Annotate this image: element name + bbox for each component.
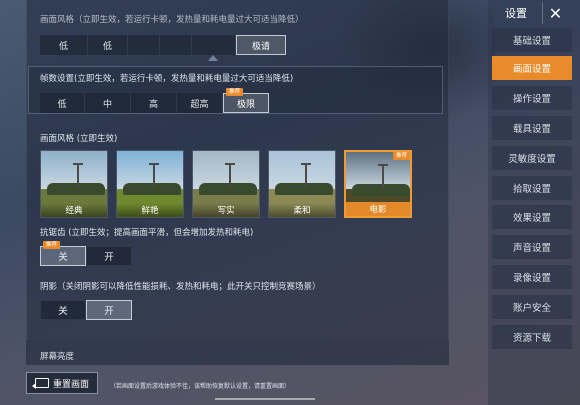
anti-alias-title: 抗锯齿 (立即生效；提高画面平滑，但会增加发热和耗电) <box>40 228 254 238</box>
thumb-tower-icon <box>378 164 388 188</box>
sidebar-item-controls[interactable]: 操作设置 <box>492 86 572 110</box>
style-option[interactable]: 柔和 <box>268 150 336 218</box>
anti-alias-on-button[interactable]: 开 <box>86 246 132 266</box>
recommend-badge: 推荐 <box>226 88 244 96</box>
anti-alias-off-button[interactable]: 推荐 关 <box>40 241 86 266</box>
sidebar-header: 设置 ✕ <box>492 2 576 24</box>
anti-alias-off-label: 关 <box>58 252 68 263</box>
style-option-selected[interactable]: 推荐 电影 <box>344 150 412 218</box>
top-section-title: 画面风格（立即生效，若运行卡顿，发热量和耗电量过大可适当降低） <box>40 15 304 25</box>
sidebar-item-vehicle[interactable]: 载具设置 <box>492 116 572 140</box>
frame-rate-option[interactable]: 高 <box>131 93 177 113</box>
sidebar-item-account[interactable]: 账户安全 <box>492 295 572 319</box>
brightness-row <box>26 340 449 365</box>
shadow-title: 阴影（关闭阴影可以降低性能损耗、发热和耗电；此开关只控制竞赛场景） <box>40 282 321 292</box>
shadow-off-button[interactable]: 关 <box>40 300 86 320</box>
style-options: 经典 鲜艳 写实 柔和 推荐 电影 <box>40 150 412 218</box>
frame-rate-title: 帧数设置(立即生效，若运行卡顿，发热量和耗电量过大可适当降低) <box>40 74 294 84</box>
shadow-toggle: 关 开 <box>40 300 132 320</box>
style-option-label: 电影 <box>346 202 410 216</box>
sidebar-item-sensitivity[interactable]: 灵敏度设置 <box>492 146 572 170</box>
thumb-trees <box>352 184 410 196</box>
sidebar-item-effects[interactable]: 效果设置 <box>492 205 572 229</box>
frame-rate-selector: 低 中 高 超高 推荐 极限 <box>40 88 269 113</box>
sidebar-title: 设置 <box>505 7 527 20</box>
shadow-on-button[interactable]: 开 <box>86 300 132 320</box>
reset-button-label: 重置画面 <box>52 379 89 390</box>
graphics-quality-selector: 低 低 极请 <box>40 35 286 55</box>
frame-rate-option[interactable]: 超高 <box>177 93 223 113</box>
thumb-trees <box>47 183 105 195</box>
style-option-label: 鲜艳 <box>117 203 183 217</box>
sidebar-item-sound[interactable]: 声音设置 <box>492 235 572 259</box>
frame-rate-option[interactable]: 中 <box>85 93 131 113</box>
style-option-label: 经典 <box>41 203 107 217</box>
expand-arrow-icon <box>208 55 218 61</box>
quality-option[interactable] <box>128 35 160 55</box>
quality-option[interactable] <box>192 35 236 55</box>
close-icon[interactable]: ✕ <box>542 2 568 24</box>
quality-option-selected[interactable]: 极请 <box>236 35 286 55</box>
sidebar-item-recording[interactable]: 录像设置 <box>492 265 572 289</box>
quality-option[interactable] <box>160 35 192 55</box>
thumb-trees <box>275 183 333 195</box>
thumb-trees <box>199 183 257 195</box>
reset-graphics-button[interactable]: 重置画面 <box>26 372 98 394</box>
thumb-tower-icon <box>301 163 311 187</box>
style-option[interactable]: 经典 <box>40 150 108 218</box>
style-option[interactable]: 写实 <box>192 150 260 218</box>
style-option-label: 写实 <box>193 203 259 217</box>
home-indicator <box>215 398 315 400</box>
sidebar-item-download[interactable]: 资源下载 <box>492 325 572 349</box>
quality-option[interactable]: 低 <box>88 35 128 55</box>
reset-icon <box>31 378 49 389</box>
style-option-label: 柔和 <box>269 203 335 217</box>
anti-alias-toggle: 推荐 关 开 <box>40 241 132 266</box>
frame-rate-option[interactable]: 低 <box>40 93 85 113</box>
quality-option[interactable]: 低 <box>40 35 88 55</box>
brightness-title: 屏幕亮度 <box>40 352 75 362</box>
recommend-badge: 推荐 <box>43 241 61 249</box>
sidebar-item-pickup[interactable]: 拾取设置 <box>492 176 572 200</box>
sidebar-item-graphics[interactable]: 画面设置 <box>492 56 572 80</box>
recommend-badge: 推荐 <box>392 152 410 160</box>
thumb-trees <box>123 183 181 195</box>
thumb-tower-icon <box>73 163 83 187</box>
thumb-tower-icon <box>225 163 235 187</box>
sidebar-item-basic[interactable]: 基础设置 <box>492 28 572 52</box>
reset-hint: （若画面设置后游戏体验不佳，该帮助恢复默认设置，请重置画面） <box>110 383 291 390</box>
frame-rate-option-selected[interactable]: 推荐 极限 <box>223 88 269 113</box>
style-option[interactable]: 鲜艳 <box>116 150 184 218</box>
thumb-tower-icon <box>149 163 159 187</box>
frame-rate-option-label: 极限 <box>236 99 255 110</box>
style-title: 画面风格 (立即生效) <box>40 134 118 144</box>
